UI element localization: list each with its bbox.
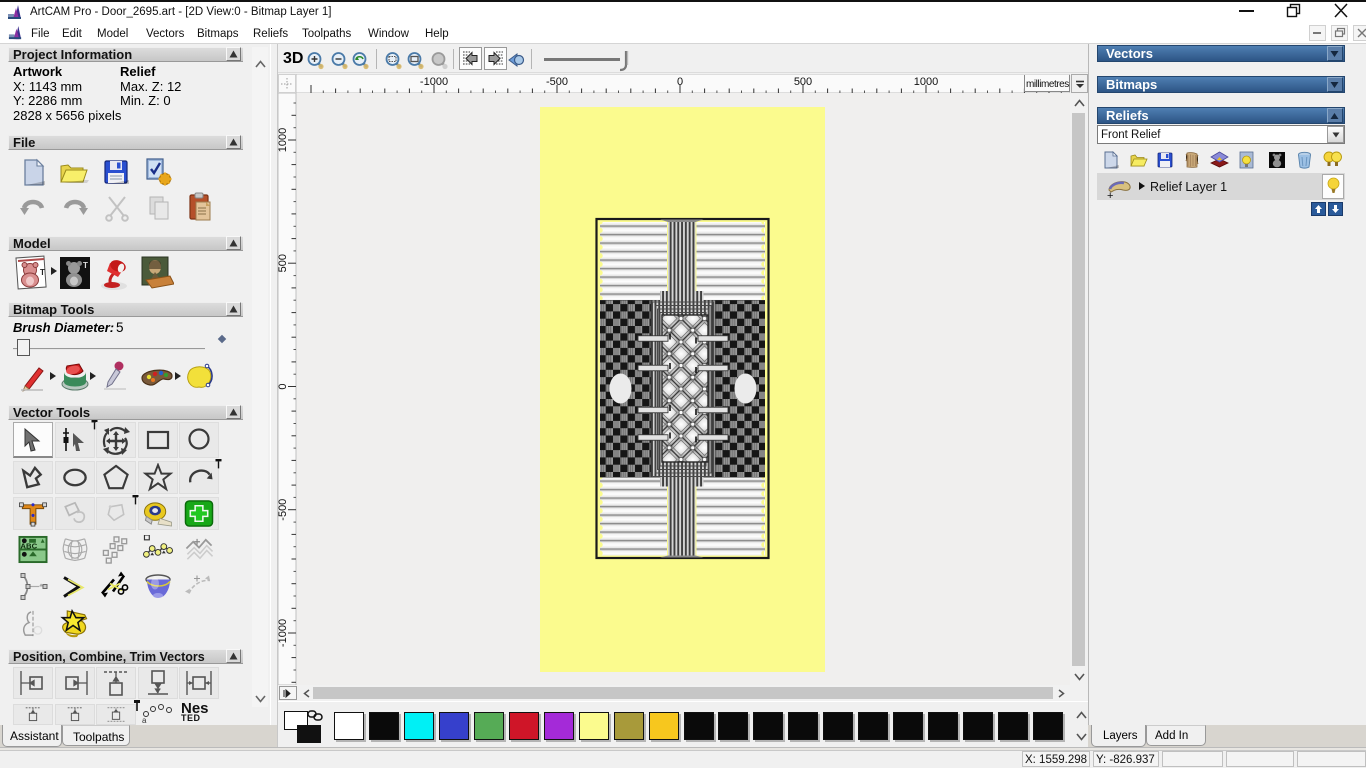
svg-text:1000: 1000	[914, 76, 938, 88]
svg-text:T: T	[40, 268, 45, 277]
svg-text:-1000: -1000	[278, 619, 289, 647]
svg-text:ABC: ABC	[20, 542, 37, 551]
svg-text:0: 0	[677, 76, 683, 88]
svg-text:a: a	[142, 716, 147, 724]
svg-text:500: 500	[278, 254, 289, 272]
svg-text:-1000: -1000	[420, 76, 448, 88]
svg-text:-500: -500	[278, 499, 289, 521]
svg-text:T: T	[83, 261, 88, 270]
svg-text:-500: -500	[546, 76, 568, 88]
svg-text:1000: 1000	[278, 128, 289, 152]
svg-text:+: +	[1107, 190, 1113, 199]
svg-text:500: 500	[794, 76, 812, 88]
svg-text:0: 0	[278, 383, 289, 389]
